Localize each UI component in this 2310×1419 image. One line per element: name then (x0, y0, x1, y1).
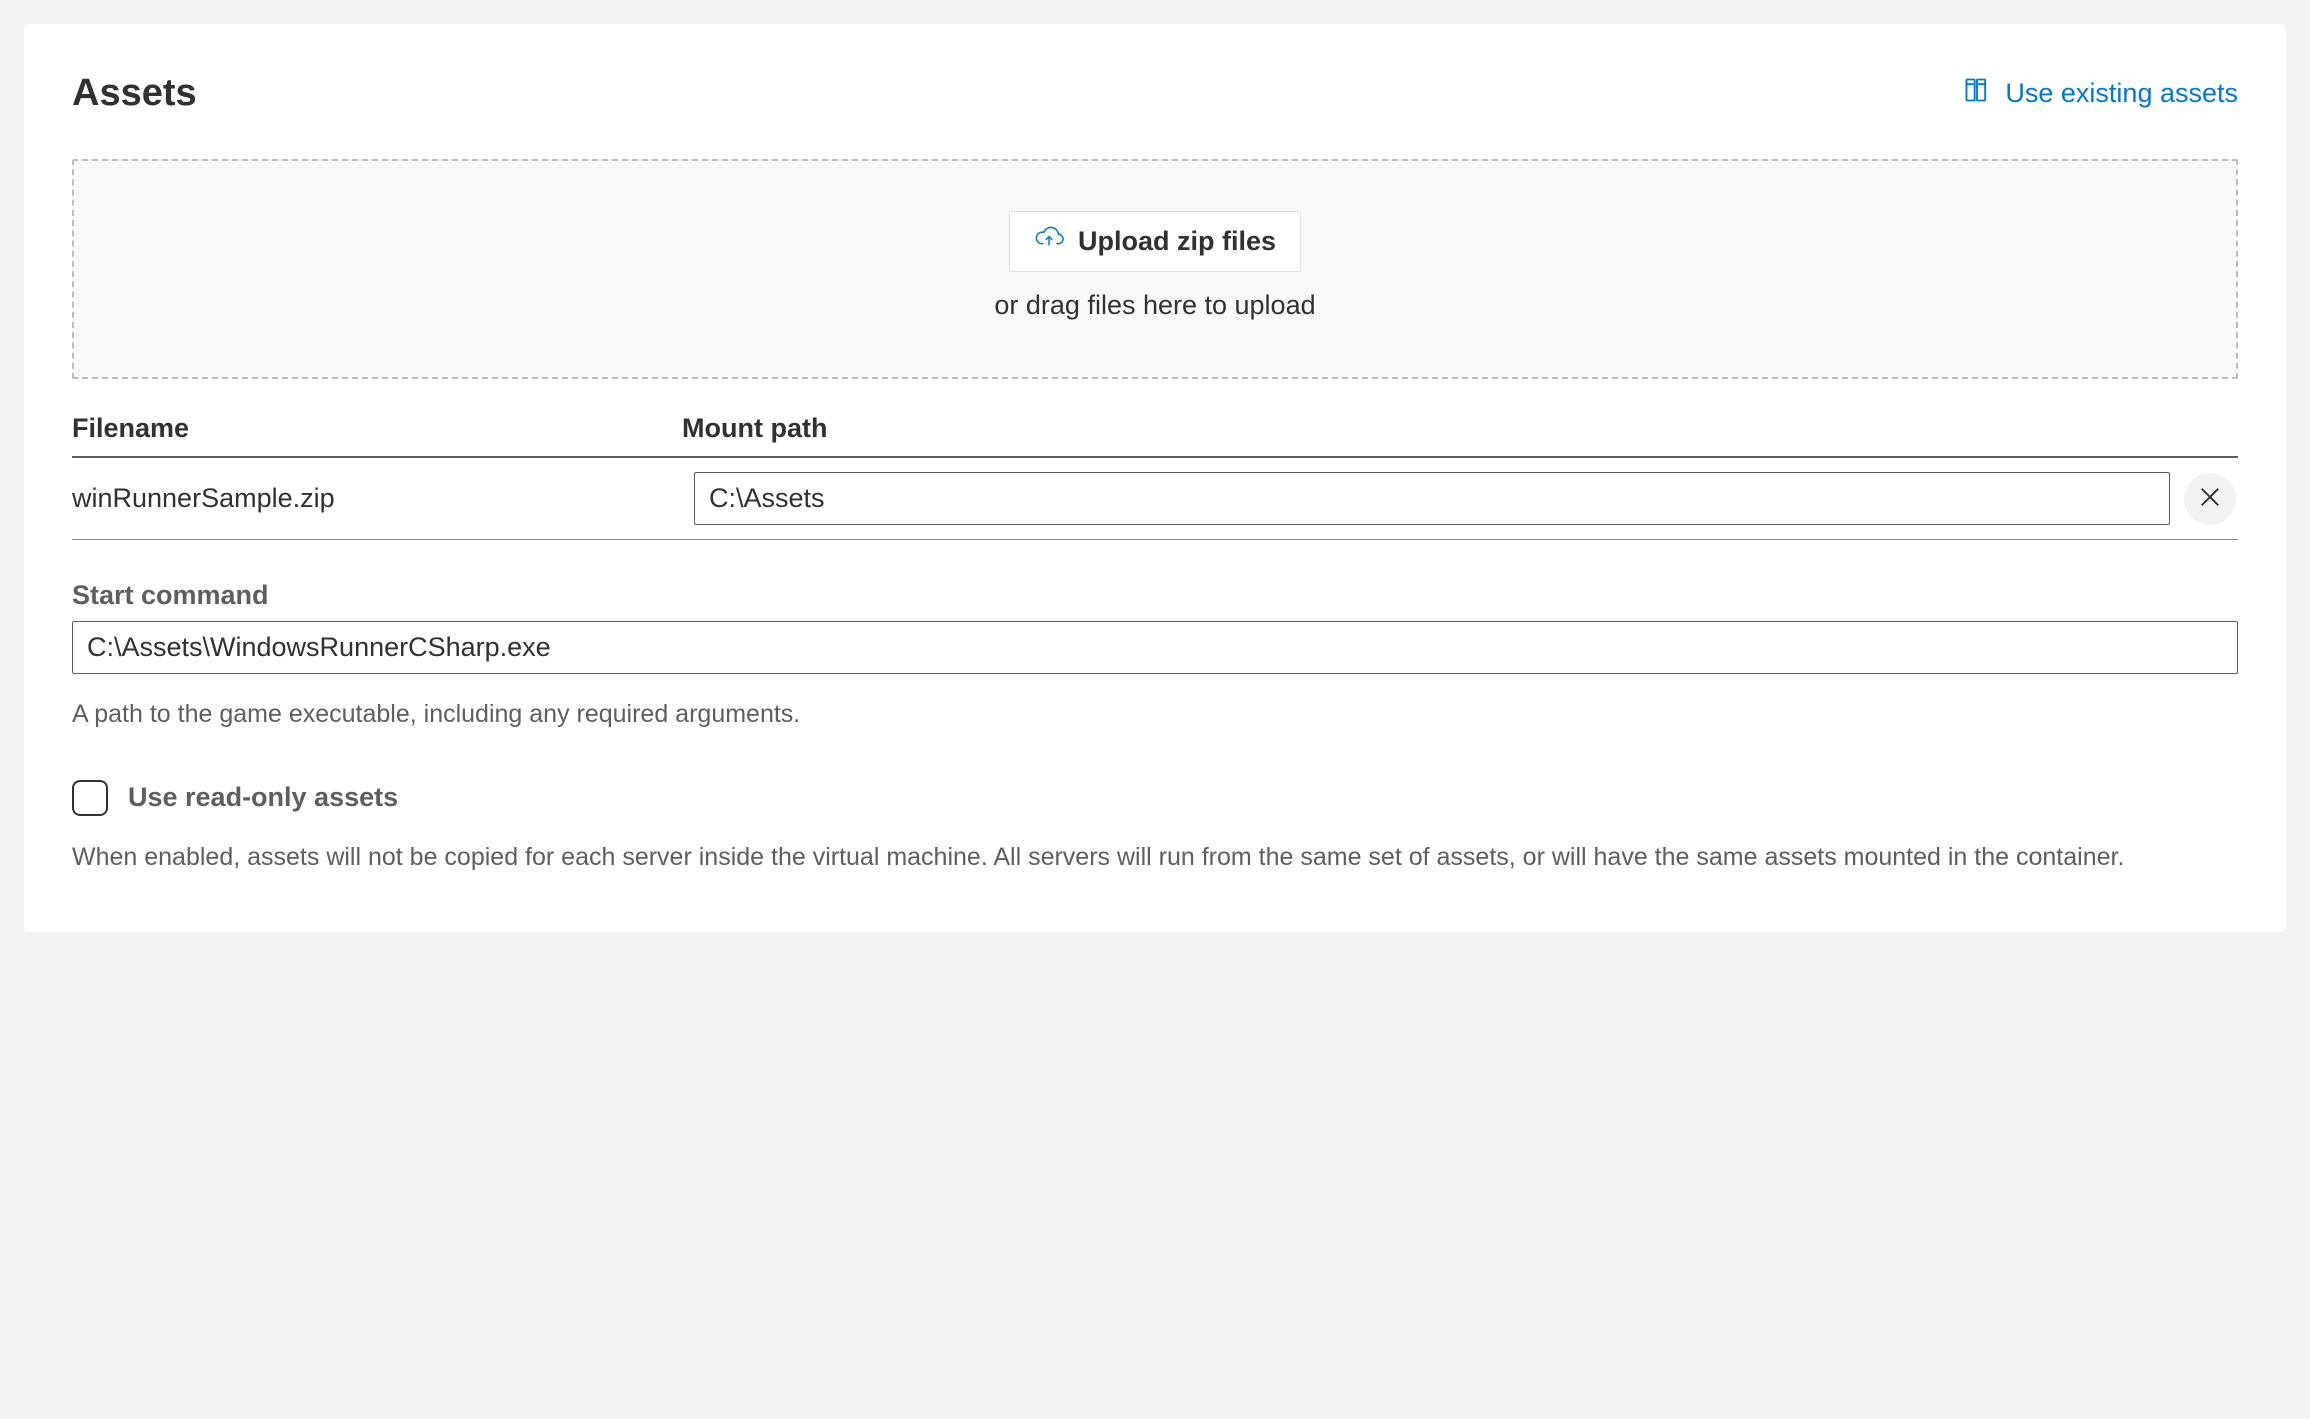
upload-zip-button[interactable]: Upload zip files (1009, 211, 1301, 272)
readonly-assets-row: Use read-only assets (72, 780, 2238, 816)
cloud-upload-icon (1034, 226, 1064, 257)
start-command-help: A path to the game executable, including… (72, 696, 2238, 734)
upload-button-label: Upload zip files (1078, 226, 1276, 257)
start-command-label: Start command (72, 580, 2238, 611)
column-header-mount-path: Mount path (682, 413, 2238, 444)
assets-table-header: Filename Mount path (72, 403, 2238, 458)
table-row: winRunnerSample.zip (72, 458, 2238, 540)
readonly-assets-label: Use read-only assets (128, 782, 398, 813)
start-command-input[interactable] (72, 621, 2238, 674)
mount-path-input[interactable] (694, 472, 2170, 525)
readonly-assets-help: When enabled, assets will not be copied … (72, 838, 2238, 877)
readonly-assets-checkbox[interactable] (72, 780, 108, 816)
library-icon (1963, 76, 1991, 111)
use-existing-assets-label: Use existing assets (2005, 78, 2238, 109)
header-row: Assets Use existing assets (72, 72, 2238, 115)
asset-filename: winRunnerSample.zip (72, 483, 682, 514)
drag-hint-text: or drag files here to upload (994, 290, 1315, 321)
assets-card: Assets Use existing assets (24, 24, 2286, 932)
start-command-field: Start command A path to the game executa… (72, 580, 2238, 734)
close-icon (2199, 486, 2221, 511)
section-title: Assets (72, 72, 197, 115)
use-existing-assets-link[interactable]: Use existing assets (1963, 76, 2238, 111)
upload-dropzone[interactable]: Upload zip files or drag files here to u… (72, 159, 2238, 379)
remove-asset-button[interactable] (2184, 473, 2236, 525)
column-header-filename: Filename (72, 413, 682, 444)
